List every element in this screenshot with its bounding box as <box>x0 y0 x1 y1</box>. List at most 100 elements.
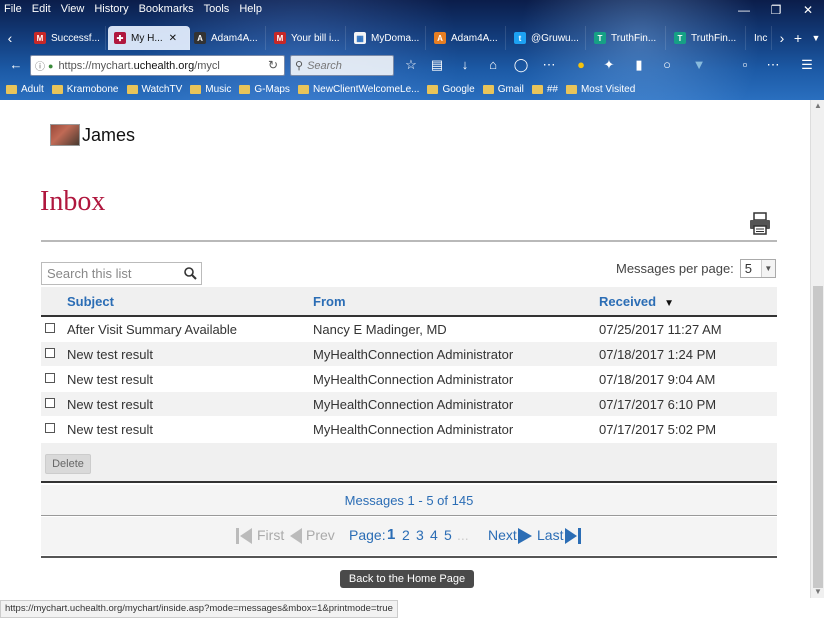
tab-list-icon[interactable]: ▼ <box>808 27 824 49</box>
chevron-down-icon[interactable]: ▼ <box>760 260 775 277</box>
print-icon[interactable] <box>748 211 772 235</box>
extension-icon[interactable]: ▫ <box>736 56 754 74</box>
last-page-link[interactable]: Last <box>537 527 563 543</box>
bookmark-item[interactable]: Adult <box>6 84 44 95</box>
cell-subject[interactable]: New test result <box>67 397 153 412</box>
bookmark-item[interactable]: Music <box>190 84 231 95</box>
menu-file[interactable]: File <box>4 3 22 15</box>
cell-subject[interactable]: New test result <box>67 347 153 362</box>
table-row[interactable]: New test result MyHealthConnection Admini… <box>41 342 777 367</box>
column-received[interactable]: Received ▼ <box>599 294 674 309</box>
hamburger-menu-icon[interactable]: ☰ <box>798 56 816 74</box>
table-row[interactable]: After Visit Summary Available Nancy E Mad… <box>41 317 777 342</box>
tab-scroll-left-icon[interactable]: ‹ <box>2 27 18 49</box>
browser-tab[interactable]: T TruthFin... <box>588 26 666 50</box>
url-bar[interactable]: ⓘ ● https://mychart. uchealth.org/mycl ↻ <box>30 55 285 76</box>
bookmark-item[interactable]: Most Visited <box>565 84 635 95</box>
extension-icon[interactable]: ● <box>572 56 590 74</box>
page-link-4[interactable]: 4 <box>430 527 438 543</box>
folder-icon <box>239 84 251 94</box>
menu-bookmarks[interactable]: Bookmarks <box>139 3 194 15</box>
tab-scroll-right-icon[interactable]: › <box>774 27 790 49</box>
back-home-button[interactable]: Back to the Home Page <box>340 570 474 588</box>
next-page-icon[interactable] <box>516 526 534 546</box>
browser-tab[interactable]: A Adam4A... <box>188 26 266 50</box>
browser-tab[interactable]: ✚ My H... ✕ <box>108 26 190 50</box>
menu-edit[interactable]: Edit <box>32 3 51 15</box>
browser-tab[interactable]: Inc <box>748 26 772 50</box>
search-list-input[interactable]: Search this list <box>41 262 202 285</box>
extension-icon[interactable]: ✦ <box>600 56 618 74</box>
delete-button[interactable]: Delete <box>45 454 91 474</box>
scroll-up-icon[interactable]: ▲ <box>811 100 824 112</box>
browser-tab[interactable]: M Successf... <box>28 26 106 50</box>
new-tab-icon[interactable]: + <box>790 27 806 49</box>
row-checkbox[interactable] <box>45 398 55 408</box>
browser-tab[interactable]: M Your bill i... <box>268 26 346 50</box>
cell-subject[interactable]: After Visit Summary Available <box>67 322 237 337</box>
tab-label: TruthFin... <box>691 32 737 44</box>
table-row[interactable]: New test result MyHealthConnection Admini… <box>41 367 777 392</box>
table-row[interactable]: New test result MyHealthConnection Admini… <box>41 417 777 442</box>
home-icon[interactable]: ⌂ <box>484 56 502 74</box>
bookmark-item[interactable]: ## <box>531 84 558 95</box>
bookmark-item[interactable]: NewClientWelcomeLe... <box>297 84 419 95</box>
bookmark-item[interactable]: G-Maps <box>239 84 290 95</box>
menu-tools[interactable]: Tools <box>204 3 230 15</box>
column-subject[interactable]: Subject <box>67 294 114 309</box>
menu-history[interactable]: History <box>94 3 128 15</box>
scroll-down-icon[interactable]: ▼ <box>811 586 824 598</box>
search-icon[interactable] <box>183 266 197 280</box>
table-row[interactable]: New test result MyHealthConnection Admini… <box>41 392 777 417</box>
restore-icon[interactable]: ❐ <box>760 0 792 20</box>
vertical-scrollbar[interactable]: ▲ ▼ <box>810 100 824 598</box>
cell-subject[interactable]: New test result <box>67 422 153 437</box>
menu-view[interactable]: View <box>61 3 85 15</box>
close-tab-icon[interactable]: ✕ <box>169 33 177 44</box>
page-link-5[interactable]: 5 <box>444 527 452 543</box>
bookmark-item[interactable]: Google <box>427 84 475 95</box>
back-icon[interactable]: ← <box>6 55 26 75</box>
extension-icon[interactable]: ○ <box>658 56 676 74</box>
lock-icon: ● <box>48 60 54 71</box>
status-url: https://mychart.uchealth.org/mychart/ins… <box>5 603 393 614</box>
browser-search-input[interactable]: ⚲ Search <box>290 55 394 76</box>
per-page-select[interactable]: 5 ▼ <box>739 259 776 278</box>
tab-label: Successf... <box>51 32 100 44</box>
row-checkbox[interactable] <box>45 348 55 358</box>
user-header: James <box>50 124 135 146</box>
url-host: uchealth.org <box>133 59 195 72</box>
menu-help[interactable]: Help <box>239 3 262 15</box>
row-checkbox[interactable] <box>45 373 55 383</box>
browser-tab[interactable]: ▦ MyDoma... <box>348 26 426 50</box>
last-page-icon[interactable] <box>564 526 582 546</box>
page-link-3[interactable]: 3 <box>416 527 424 543</box>
cell-from: Nancy E Madinger, MD <box>313 322 447 337</box>
bookmark-item[interactable]: Kramobone <box>51 84 119 95</box>
browser-tab[interactable]: T TruthFin... <box>668 26 746 50</box>
extension-icon[interactable]: ⋯ <box>764 56 782 74</box>
pocket-icon[interactable]: ◯ <box>512 56 530 74</box>
extension-icon[interactable]: ▮ <box>630 56 648 74</box>
next-page-link[interactable]: Next <box>488 527 517 543</box>
reload-icon[interactable]: ↻ <box>268 58 278 72</box>
download-icon[interactable]: ↓ <box>456 56 474 74</box>
cell-subject[interactable]: New test result <box>67 372 153 387</box>
row-checkbox[interactable] <box>45 423 55 433</box>
bookmark-item[interactable]: Gmail <box>482 84 524 95</box>
cell-from: MyHealthConnection Administrator <box>313 397 514 412</box>
sync-icon[interactable]: ▼ <box>690 56 708 74</box>
extension-icon[interactable]: ⋯ <box>540 56 558 74</box>
scrollbar-thumb[interactable] <box>813 286 823 588</box>
bookmark-item[interactable]: WatchTV <box>126 84 182 95</box>
row-checkbox[interactable] <box>45 323 55 333</box>
reading-list-icon[interactable]: ▤ <box>428 56 446 74</box>
page-link-2[interactable]: 2 <box>402 527 410 543</box>
column-from[interactable]: From <box>313 294 346 309</box>
minimize-icon[interactable]: — <box>728 0 760 20</box>
close-window-icon[interactable]: ✕ <box>792 0 824 20</box>
browser-tab[interactable]: t @Gruwu... <box>508 26 586 50</box>
browser-tab[interactable]: A Adam4A... <box>428 26 506 50</box>
info-icon[interactable]: ⓘ <box>35 58 45 73</box>
bookmark-star-icon[interactable]: ☆ <box>402 56 420 74</box>
